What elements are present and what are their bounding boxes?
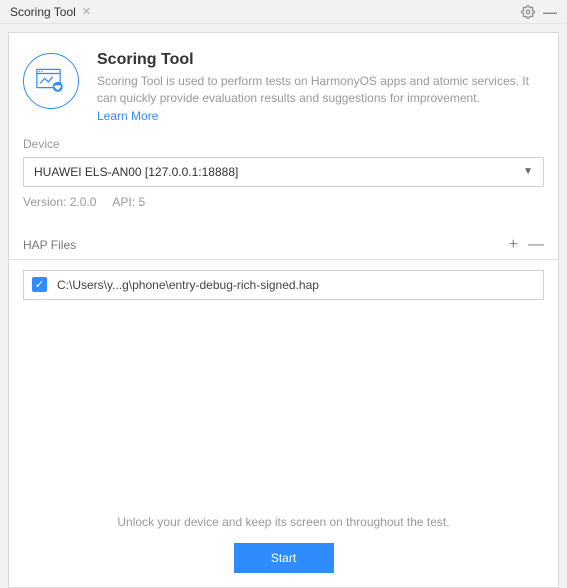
chevron-down-icon: ▼ — [523, 166, 533, 177]
page-title: Scoring Tool — [97, 51, 544, 69]
learn-more-link[interactable]: Learn More — [97, 109, 158, 123]
version-text: Version: 2.0.0 — [23, 195, 96, 209]
main-panel: Scoring Tool Scoring Tool is used to per… — [8, 32, 559, 588]
header: Scoring Tool Scoring Tool is used to per… — [9, 33, 558, 137]
api-text: API: 5 — [112, 195, 145, 209]
page-description: Scoring Tool is used to perform tests on… — [97, 73, 544, 107]
hap-section: HAP Files + — ✓ C:\Users\y...g\phone\ent… — [9, 237, 558, 310]
start-button[interactable]: Start — [234, 543, 334, 573]
titlebar: Scoring Tool ✕ — — [0, 0, 567, 24]
hap-actions: + — — [509, 237, 544, 253]
tab-label: Scoring Tool — [10, 5, 76, 19]
tab-scoring-tool[interactable]: Scoring Tool ✕ — [6, 3, 95, 21]
device-section: Device HUAWEI ELS-AN00 [127.0.0.1:18888]… — [9, 137, 558, 209]
hap-header: HAP Files + — — [9, 237, 558, 260]
footer-hint: Unlock your device and keep its screen o… — [117, 515, 449, 529]
remove-hap-icon[interactable]: — — [528, 237, 544, 253]
footer: Unlock your device and keep its screen o… — [9, 515, 558, 573]
hap-title: HAP Files — [23, 238, 509, 252]
add-hap-icon[interactable]: + — [509, 237, 518, 253]
scoring-tool-icon — [23, 53, 79, 109]
device-meta: Version: 2.0.0 API: 5 — [23, 195, 544, 209]
close-icon[interactable]: ✕ — [82, 5, 91, 18]
hap-checkbox[interactable]: ✓ — [32, 277, 47, 292]
hap-path: C:\Users\y...g\phone\entry-debug-rich-si… — [57, 278, 319, 292]
hap-list: ✓ C:\Users\y...g\phone\entry-debug-rich-… — [9, 260, 558, 310]
gear-icon[interactable] — [517, 5, 539, 19]
hap-item[interactable]: ✓ C:\Users\y...g\phone\entry-debug-rich-… — [23, 270, 544, 300]
minimize-icon[interactable]: — — [539, 4, 561, 20]
header-text: Scoring Tool Scoring Tool is used to per… — [97, 51, 544, 123]
device-selected-value: HUAWEI ELS-AN00 [127.0.0.1:18888] — [34, 165, 238, 179]
device-select[interactable]: HUAWEI ELS-AN00 [127.0.0.1:18888] ▼ — [23, 157, 544, 187]
device-label: Device — [23, 137, 544, 151]
